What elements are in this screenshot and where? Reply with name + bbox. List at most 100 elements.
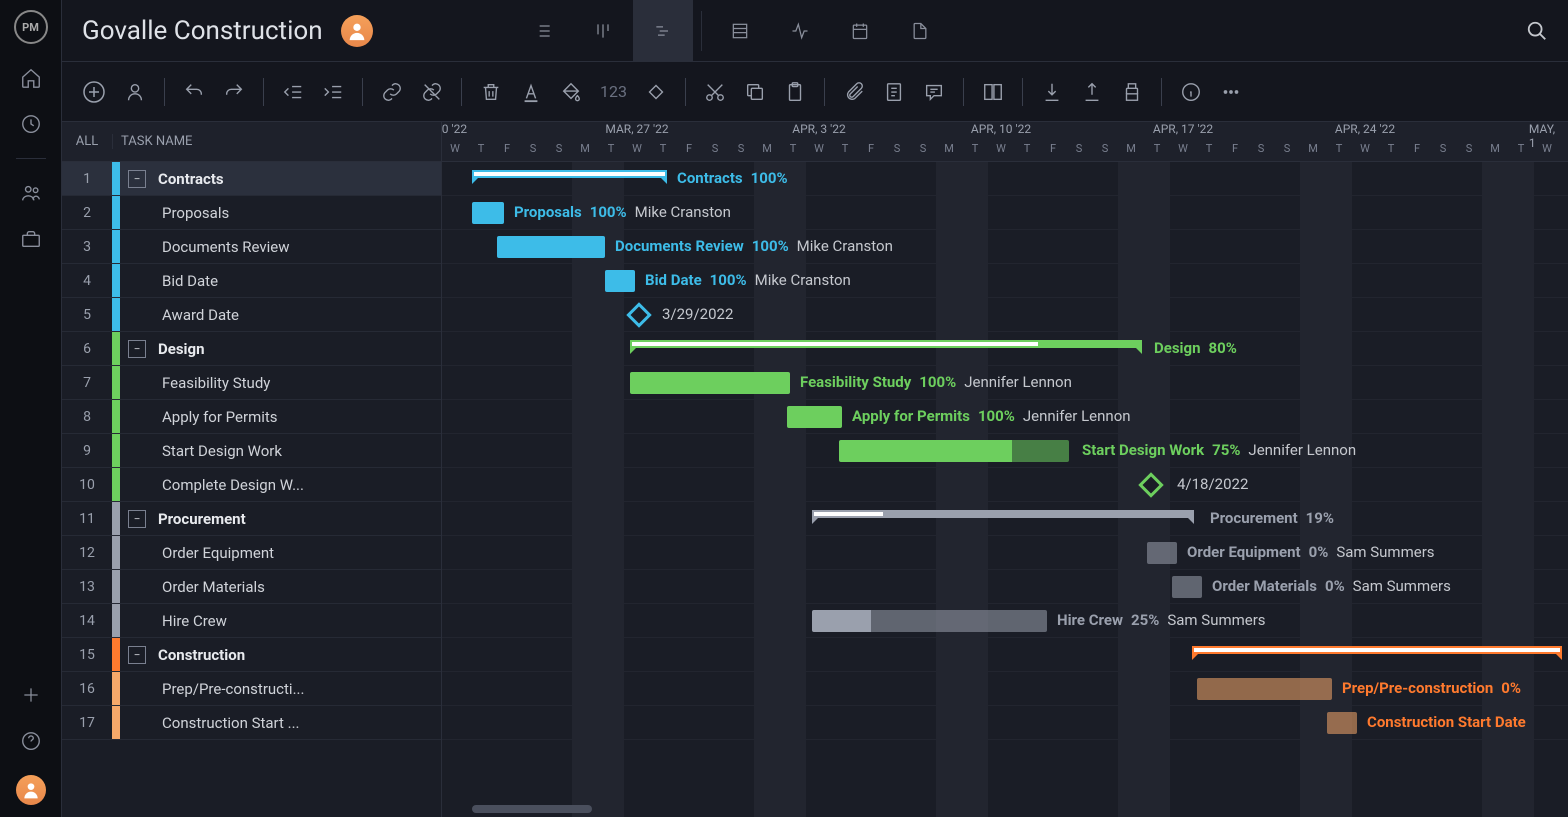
gantt-bar[interactable] — [839, 440, 1069, 462]
gantt-bar[interactable] — [1172, 576, 1202, 598]
gantt-row[interactable]: Construction — [442, 638, 1568, 672]
task-row[interactable]: 11−Procurement — [62, 502, 441, 536]
task-row[interactable]: 15−Construction — [62, 638, 441, 672]
gantt-row[interactable]: Procurement 19% — [442, 502, 1568, 536]
help-icon[interactable] — [19, 729, 43, 753]
more-icon[interactable] — [1220, 81, 1242, 103]
import-icon[interactable] — [1041, 81, 1063, 103]
redo-icon[interactable] — [223, 81, 245, 103]
column-all[interactable]: ALL — [62, 134, 112, 149]
task-row[interactable]: 10Complete Design W... — [62, 468, 441, 502]
assign-icon[interactable] — [124, 81, 146, 103]
task-row[interactable]: 3Documents Review — [62, 230, 441, 264]
gantt-bar[interactable] — [812, 510, 1194, 518]
task-row[interactable]: 1−Contracts — [62, 162, 441, 196]
gantt-bar[interactable] — [497, 236, 605, 258]
gantt-row[interactable]: Construction Start Date — [442, 706, 1568, 740]
milestone-marker[interactable] — [1138, 472, 1163, 497]
gantt-row[interactable]: Feasibility Study 100% Jennifer Lennon — [442, 366, 1568, 400]
calendar-view-tab[interactable] — [830, 0, 890, 62]
paste-icon[interactable] — [784, 81, 806, 103]
task-row[interactable]: 12Order Equipment — [62, 536, 441, 570]
activity-view-tab[interactable] — [770, 0, 830, 62]
sheet-view-tab[interactable] — [710, 0, 770, 62]
gantt-bar[interactable] — [1197, 678, 1332, 700]
copy-icon[interactable] — [744, 81, 766, 103]
expand-toggle[interactable]: − — [128, 170, 146, 188]
print-icon[interactable] — [1121, 81, 1143, 103]
gantt-bar[interactable] — [472, 170, 667, 178]
expand-toggle[interactable]: − — [128, 510, 146, 528]
recent-icon[interactable] — [19, 112, 43, 136]
search-icon[interactable] — [1526, 20, 1548, 42]
gantt-row[interactable]: Order Materials 0% Sam Summers — [442, 570, 1568, 604]
home-icon[interactable] — [19, 66, 43, 90]
unlink-icon[interactable] — [421, 81, 443, 103]
gantt-bar[interactable] — [472, 202, 504, 224]
gantt-row[interactable]: 4/18/2022 — [442, 468, 1568, 502]
gantt-row[interactable]: Apply for Permits 100% Jennifer Lennon — [442, 400, 1568, 434]
indent-icon[interactable] — [322, 81, 344, 103]
user-avatar-rail[interactable] — [16, 775, 46, 805]
files-view-tab[interactable] — [890, 0, 950, 62]
gantt-bar[interactable] — [1327, 712, 1357, 734]
gantt-view-tab[interactable] — [633, 0, 693, 62]
gantt-row[interactable]: Design 80% — [442, 332, 1568, 366]
column-task-name[interactable]: TASK NAME — [112, 134, 441, 149]
board-view-tab[interactable] — [573, 0, 633, 62]
export-icon[interactable] — [1081, 81, 1103, 103]
gantt-chart[interactable]: 3, 20 '22MAR, 27 '22APR, 3 '22APR, 10 '2… — [442, 122, 1568, 817]
task-row[interactable]: 2Proposals — [62, 196, 441, 230]
undo-icon[interactable] — [183, 81, 205, 103]
gantt-bar[interactable] — [1147, 542, 1177, 564]
toolbar-number[interactable]: 123 — [600, 82, 627, 101]
gantt-bar[interactable] — [812, 610, 1047, 632]
gantt-bar[interactable] — [787, 406, 842, 428]
fill-color-icon[interactable] — [560, 81, 582, 103]
gantt-bar[interactable] — [605, 270, 635, 292]
gantt-row[interactable]: Hire Crew 25% Sam Summers — [442, 604, 1568, 638]
task-row[interactable]: 9Start Design Work — [62, 434, 441, 468]
gantt-row[interactable]: Start Design Work 75% Jennifer Lennon — [442, 434, 1568, 468]
gantt-row[interactable]: Proposals 100% Mike Cranston — [442, 196, 1568, 230]
app-logo[interactable]: PM — [14, 10, 48, 44]
add-icon[interactable] — [19, 683, 43, 707]
comment-icon[interactable] — [923, 81, 945, 103]
gantt-row[interactable]: Bid Date 100% Mike Cranston — [442, 264, 1568, 298]
delete-icon[interactable] — [480, 81, 502, 103]
gantt-row[interactable]: Contracts 100% — [442, 162, 1568, 196]
gantt-bar[interactable] — [1192, 646, 1562, 654]
cut-icon[interactable] — [704, 81, 726, 103]
gantt-bar[interactable] — [630, 340, 1142, 348]
link-icon[interactable] — [381, 81, 403, 103]
font-color-icon[interactable] — [520, 81, 542, 103]
expand-toggle[interactable]: − — [128, 646, 146, 664]
team-icon[interactable] — [19, 181, 43, 205]
milestone-marker[interactable] — [626, 302, 651, 327]
add-task-icon[interactable] — [82, 80, 106, 104]
task-row[interactable]: 4Bid Date — [62, 264, 441, 298]
info-icon[interactable] — [1180, 81, 1202, 103]
gantt-row[interactable]: 3/29/2022 — [442, 298, 1568, 332]
columns-icon[interactable] — [982, 81, 1004, 103]
task-row[interactable]: 6−Design — [62, 332, 441, 366]
gantt-row[interactable]: Prep/Pre-construction 0% — [442, 672, 1568, 706]
user-avatar-top[interactable] — [341, 15, 373, 47]
milestone-icon[interactable] — [645, 81, 667, 103]
notes-icon[interactable] — [883, 81, 905, 103]
task-row[interactable]: 16Prep/Pre-constructi... — [62, 672, 441, 706]
gantt-bar[interactable] — [630, 372, 790, 394]
task-row[interactable]: 17Construction Start ... — [62, 706, 441, 740]
task-row[interactable]: 5Award Date — [62, 298, 441, 332]
task-row[interactable]: 13Order Materials — [62, 570, 441, 604]
horizontal-scrollbar[interactable] — [472, 805, 592, 813]
outdent-icon[interactable] — [282, 81, 304, 103]
briefcase-icon[interactable] — [19, 227, 43, 251]
list-view-tab[interactable] — [513, 0, 573, 62]
gantt-row[interactable]: Documents Review 100% Mike Cranston — [442, 230, 1568, 264]
attach-icon[interactable] — [843, 81, 865, 103]
task-row[interactable]: 14Hire Crew — [62, 604, 441, 638]
task-row[interactable]: 7Feasibility Study — [62, 366, 441, 400]
gantt-row[interactable]: Order Equipment 0% Sam Summers — [442, 536, 1568, 570]
task-row[interactable]: 8Apply for Permits — [62, 400, 441, 434]
